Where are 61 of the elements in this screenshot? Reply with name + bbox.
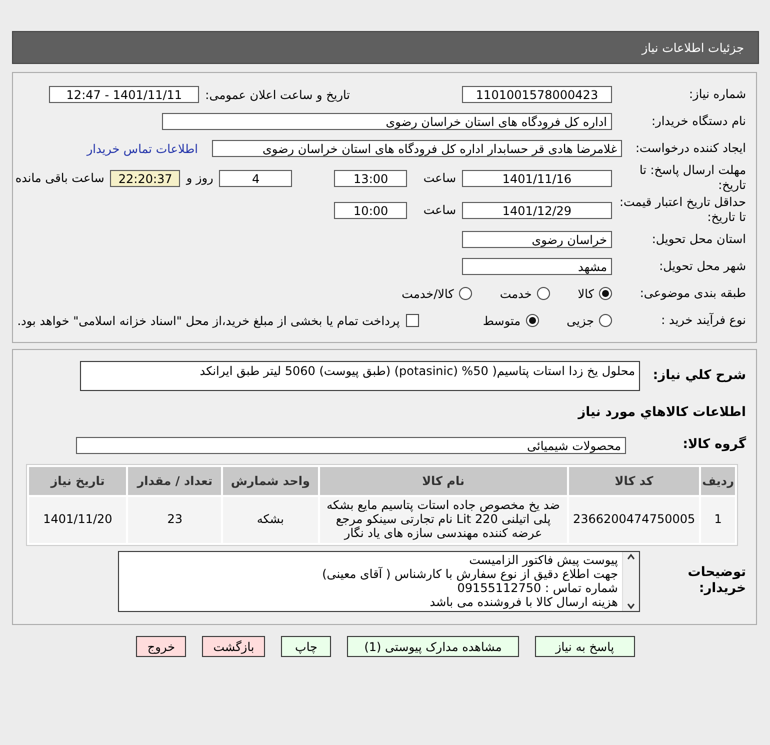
action-button[interactable]: خروج bbox=[136, 636, 186, 657]
days-field: 4 bbox=[219, 170, 292, 186]
table-cell: بشکه bbox=[223, 497, 318, 543]
action-button[interactable]: مشاهده مدارک پیوستی (1) bbox=[347, 636, 519, 657]
description-field: محلول یخ زدا استات پتاسیم( 50% (potasinic) (طبق پیوست) 5060 لیتر طبق ایرانکد bbox=[80, 361, 640, 391]
table-cell: 1 bbox=[701, 497, 735, 543]
need-number-field: 1101001578000423 bbox=[462, 86, 612, 103]
note-line: شماره تماس : 09155112750 bbox=[456, 580, 618, 594]
announce-date-field: 1401/11/11 - 12:47 bbox=[49, 86, 200, 103]
column-header: نام کالا bbox=[320, 467, 567, 495]
radio-label: کالا/خدمت bbox=[402, 286, 454, 300]
field-label: نام دستگاه خریدار: bbox=[650, 114, 746, 129]
column-header: واحد شمارش bbox=[223, 467, 318, 495]
checkbox-label: پرداخت تمام یا بخشی از مبلغ خرید،از محل "اسناد خزانه اسلامی" خواهد بود. bbox=[17, 314, 400, 328]
buyer-org-field: اداره کل فرودگاه های استان خراسان رضوی bbox=[162, 113, 612, 130]
field-label: تاریخ و ساعت اعلان عمومی: bbox=[205, 88, 350, 102]
field-label: توضیحات خریدار: bbox=[686, 564, 746, 598]
field-label: شماره نیاز: bbox=[688, 87, 746, 102]
field-label: شهر محل تحویل: bbox=[658, 259, 746, 274]
note-line: پیوست پیش فاکتور الزامیست bbox=[468, 552, 618, 566]
time-field: 10:00 bbox=[334, 202, 408, 218]
field-label: ساعت باقی مانده bbox=[15, 171, 104, 185]
field-label: شرح کلي نياز: bbox=[652, 368, 746, 384]
radio-label: خدمت bbox=[500, 286, 532, 300]
column-header: کد کالا bbox=[568, 467, 700, 495]
field-label: حداقل تاریخ اعتبار قیمت: تا تاریخ: bbox=[618, 195, 746, 225]
column-header: تعداد / مقدار bbox=[128, 467, 222, 495]
radio-label: جزیی bbox=[566, 314, 594, 328]
field-label: گروه کالا: bbox=[682, 436, 746, 454]
action-button[interactable]: پاسخ به نیاز bbox=[534, 636, 635, 657]
requester-field: غلامرضا هادی قر حسابدار اداره کل فرودگاه های استان خراسان رضوی bbox=[212, 140, 622, 157]
field-label: طبقه بندی موضوعی: bbox=[638, 286, 746, 301]
countdown-field: 22:20:37 bbox=[110, 170, 180, 186]
buyer-contact-link[interactable]: اطلاعات تماس خریدار bbox=[86, 142, 198, 156]
page-title: جزئیات اطلاعات نیاز bbox=[642, 40, 744, 54]
table-cell: 1401/11/20 bbox=[29, 497, 126, 543]
note-line: هزینه ارسال کالا با فروشنده می باشد bbox=[428, 594, 618, 608]
action-button[interactable]: بازگشت bbox=[202, 636, 266, 657]
action-button[interactable]: چاپ bbox=[281, 636, 332, 657]
table-cell: ضد یخ مخصوص جاده استات پتاسیم مایع بشکه پلی اتیلنی 220 Lit نام تجارتی سینکو مرجع عرضه کننده مهندسی سازه های یاد نگار bbox=[320, 497, 567, 543]
note-line: جهت اطلاع دقیق از نوع سفارش با کارشناس ( آقای معینی) bbox=[321, 566, 618, 580]
field-label: ساعت bbox=[423, 171, 456, 185]
table-cell: 2366200474750005 bbox=[568, 497, 700, 543]
radio-label: کالا bbox=[578, 286, 594, 300]
field-label: ایجاد کننده درخواست: bbox=[634, 141, 746, 156]
time-field: 13:00 bbox=[334, 170, 408, 186]
province-field: خراسان رضوی bbox=[462, 231, 612, 248]
field-label: استان محل تحویل: bbox=[650, 232, 746, 247]
city-field: مشهد bbox=[462, 258, 612, 275]
field-label: روز و bbox=[186, 171, 214, 185]
column-header: تاریخ نیاز bbox=[29, 467, 126, 495]
goods-group-field: محصولات شیمیائی bbox=[76, 436, 626, 454]
radio-label: متوسط bbox=[482, 314, 521, 328]
date-field: 1401/12/29 bbox=[462, 202, 612, 218]
field-label: نوع فرآیند خرید : bbox=[660, 313, 746, 328]
field-label: ساعت bbox=[423, 203, 456, 217]
date-field: 1401/11/16 bbox=[462, 170, 612, 186]
column-header: ردیف bbox=[701, 467, 735, 495]
table-cell: 23 bbox=[128, 497, 222, 543]
field-label: مهلت ارسال پاسخ: تا تاریخ: bbox=[638, 163, 746, 193]
section-title: اطلاعات کالاهاي مورد نياز bbox=[578, 404, 746, 420]
